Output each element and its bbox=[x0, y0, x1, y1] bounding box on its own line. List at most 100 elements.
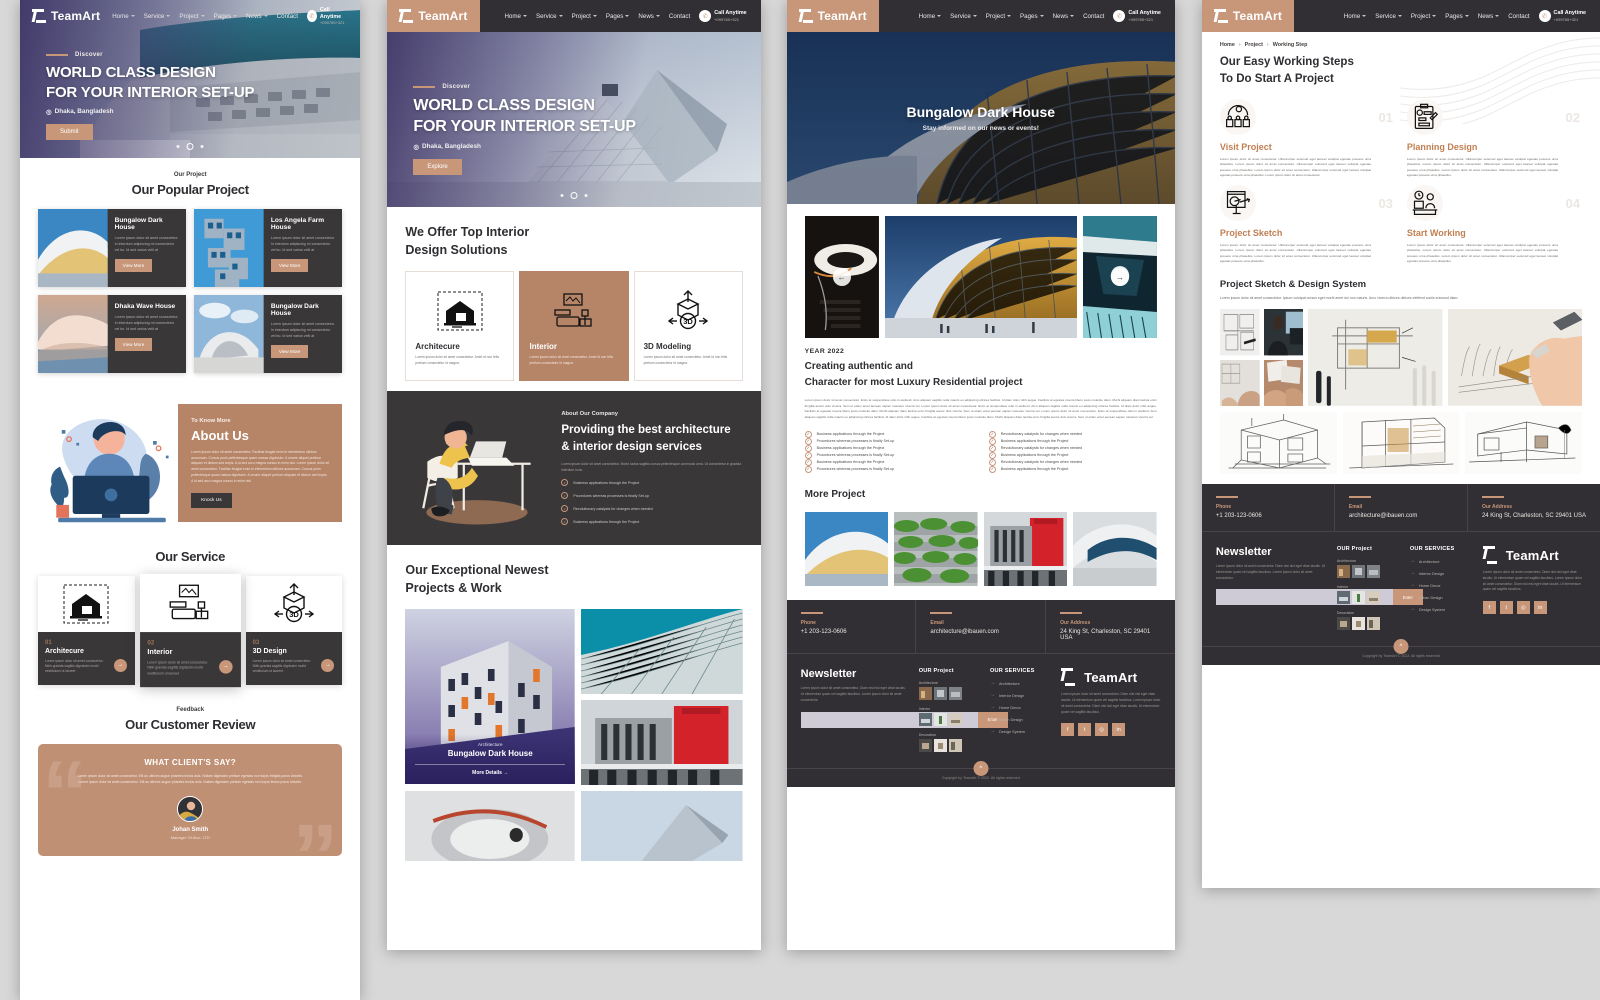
breadcrumb-item-project[interactable]: Project bbox=[1245, 42, 1263, 48]
sketch-thumb[interactable] bbox=[1263, 309, 1304, 356]
nav-item-project[interactable]: Project bbox=[179, 13, 205, 20]
thumb[interactable] bbox=[918, 739, 932, 753]
nav-item-news[interactable]: News bbox=[1478, 13, 1500, 20]
gallery-prev-button[interactable]: ← bbox=[832, 268, 851, 286]
service-card-architecture[interactable]: 01 Architecure Lorem ipsum dolor sit amet … bbox=[38, 575, 135, 685]
slider-dot-2[interactable] bbox=[570, 192, 578, 199]
nav-item-contact[interactable]: Contact bbox=[1508, 13, 1529, 20]
twitter-icon[interactable]: t bbox=[1499, 601, 1513, 615]
more-project-item[interactable] bbox=[1073, 512, 1157, 587]
hero-submit-button[interactable]: Submit bbox=[46, 123, 93, 140]
nav-item-contact[interactable]: Contact bbox=[277, 13, 298, 20]
slider-dot-3[interactable] bbox=[200, 145, 204, 148]
slider-dot-1[interactable] bbox=[176, 145, 180, 148]
sketch-thumb[interactable] bbox=[1263, 359, 1304, 407]
hero-explore-button[interactable]: Explore bbox=[413, 158, 462, 175]
facebook-icon[interactable]: f bbox=[1061, 723, 1075, 737]
footer-logo[interactable]: TeamArt bbox=[1061, 668, 1161, 687]
portfolio-item[interactable] bbox=[581, 790, 743, 861]
view-more-button[interactable]: View More bbox=[270, 259, 309, 273]
thumb[interactable] bbox=[1366, 565, 1380, 579]
footer-link[interactable]: → Home Decor bbox=[1410, 582, 1473, 588]
nav-item-news[interactable]: News bbox=[638, 13, 660, 20]
thumb[interactable] bbox=[1351, 617, 1365, 631]
gallery-prev-slide[interactable]: ← bbox=[804, 216, 879, 338]
more-project-item[interactable] bbox=[983, 512, 1068, 587]
project-card[interactable]: Bungalow Dark House Lorem ipsum dolor sit… bbox=[194, 295, 343, 373]
nav-item-project[interactable]: Project bbox=[1411, 13, 1437, 20]
project-card[interactable]: Bungalow Dark House Lorem ipsum dolor sit… bbox=[38, 209, 187, 287]
call-anytime[interactable]: ✆ Call Anytime +099765+321 bbox=[699, 10, 754, 22]
portfolio-item[interactable] bbox=[581, 608, 743, 694]
service-card-3d[interactable]: 3D 03 3D Design Lorem ipsum dolor sit amet… bbox=[245, 575, 343, 685]
instagram-icon[interactable]: ◎ bbox=[1095, 723, 1109, 737]
linkedin-icon[interactable]: in bbox=[1112, 723, 1126, 737]
more-project-item[interactable] bbox=[894, 512, 978, 587]
gallery-next-button[interactable]: → bbox=[1110, 268, 1129, 286]
logo[interactable]: TeamArt bbox=[387, 0, 480, 32]
thumb[interactable] bbox=[1336, 565, 1350, 579]
slider-dot-1[interactable] bbox=[560, 194, 564, 197]
portfolio-feature[interactable]: Architecture Bungalow Dark House More De… bbox=[405, 608, 576, 784]
slider-dot-3[interactable] bbox=[584, 194, 588, 197]
thumb[interactable] bbox=[933, 713, 947, 727]
nav-item-pages[interactable]: Pages bbox=[1020, 13, 1044, 20]
nav-item-pages[interactable]: Pages bbox=[214, 13, 238, 20]
thumb[interactable] bbox=[948, 739, 962, 753]
nav-item-project[interactable]: Project bbox=[572, 13, 597, 20]
footer-link[interactable]: → Design System bbox=[1410, 606, 1473, 612]
footer-link[interactable]: → Design System bbox=[990, 728, 1051, 734]
back-to-top-button[interactable]: ^ bbox=[1393, 639, 1409, 655]
nav-item-contact[interactable]: Contact bbox=[669, 13, 690, 20]
thumb[interactable] bbox=[1366, 591, 1380, 605]
nav-item-project[interactable]: Project bbox=[986, 13, 1012, 20]
twitter-icon[interactable]: t bbox=[1078, 723, 1092, 737]
nav-item-home[interactable]: Home bbox=[112, 13, 135, 20]
slider-dot-2[interactable] bbox=[186, 143, 194, 150]
footer-link[interactable]: → Architecture bbox=[990, 680, 1051, 686]
nav-item-service[interactable]: Service bbox=[536, 13, 563, 20]
footer-logo[interactable]: TeamArt bbox=[1482, 546, 1586, 565]
logo[interactable]: TeamArt bbox=[786, 0, 879, 32]
arrow-right-icon[interactable]: → bbox=[218, 659, 233, 674]
back-to-top-button[interactable]: ^ bbox=[973, 761, 989, 777]
more-project-item[interactable] bbox=[804, 512, 889, 587]
nav-item-contact[interactable]: Contact bbox=[1083, 13, 1104, 20]
arrow-right-icon[interactable]: → bbox=[113, 658, 127, 672]
sketch-item[interactable] bbox=[1465, 412, 1582, 475]
offer-card-architecture[interactable]: Architecure Lorem ipsum dolor sit amet c… bbox=[405, 271, 515, 382]
arrow-right-icon[interactable]: → bbox=[321, 658, 335, 672]
nav-item-service[interactable]: Service bbox=[144, 13, 171, 20]
project-card[interactable]: Los Angela Farm House Lorem ipsum dolor s… bbox=[194, 209, 343, 287]
knock-us-button[interactable]: Knock Us bbox=[191, 493, 232, 509]
view-more-button[interactable]: View More bbox=[114, 259, 153, 273]
facebook-icon[interactable]: f bbox=[1482, 601, 1496, 615]
footer-link[interactable]: → Interior Design bbox=[1410, 570, 1473, 576]
sketch-large[interactable] bbox=[1447, 309, 1582, 407]
sketch-thumb[interactable] bbox=[1219, 309, 1260, 356]
thumb[interactable] bbox=[1336, 591, 1350, 605]
service-card-interior[interactable]: 02 Interior Lorem ipsum dolor sit amet con… bbox=[139, 573, 241, 687]
nav-item-home[interactable]: Home bbox=[1344, 13, 1367, 20]
thumb[interactable] bbox=[918, 713, 932, 727]
thumb[interactable] bbox=[948, 713, 962, 727]
footer-link[interactable]: → Interior Design bbox=[990, 692, 1051, 698]
more-details-link[interactable]: More Details → bbox=[415, 763, 566, 776]
thumb[interactable] bbox=[948, 687, 962, 701]
footer-link[interactable]: → Home Decor bbox=[990, 704, 1051, 710]
nav-item-pages[interactable]: Pages bbox=[1445, 13, 1469, 20]
nav-item-home[interactable]: Home bbox=[504, 13, 527, 20]
instagram-icon[interactable]: ◎ bbox=[1516, 601, 1530, 615]
thumb[interactable] bbox=[1351, 565, 1365, 579]
linkedin-icon[interactable]: in bbox=[1533, 601, 1547, 615]
footer-link[interactable]: → Architecture bbox=[1410, 558, 1473, 564]
logo[interactable]: TeamArt bbox=[1201, 0, 1295, 32]
nav-item-home[interactable]: Home bbox=[919, 13, 942, 20]
nav-item-news[interactable]: News bbox=[1053, 13, 1075, 20]
logo[interactable]: TeamArt bbox=[20, 0, 112, 32]
sketch-item[interactable] bbox=[1219, 412, 1337, 475]
view-more-button[interactable]: View More bbox=[114, 338, 153, 352]
thumb[interactable] bbox=[933, 739, 947, 753]
sketch-item[interactable] bbox=[1342, 412, 1460, 475]
thumb[interactable] bbox=[1366, 617, 1380, 631]
